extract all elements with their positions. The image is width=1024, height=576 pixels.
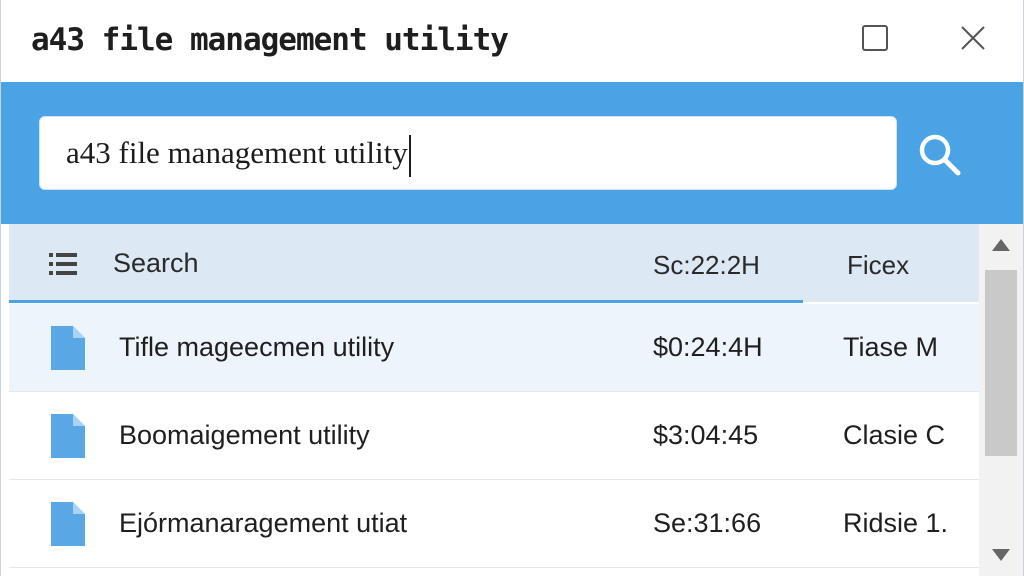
item-time: Se:31:66 [653, 508, 762, 538]
maximize-icon [862, 25, 888, 51]
column-header-type[interactable]: Ficex [847, 250, 909, 281]
title-bar: a43 file management utility [1, 0, 1023, 82]
list-header[interactable]: Search Sc:22:2H Ficex [9, 224, 979, 303]
header-underline [9, 300, 803, 303]
search-icon [919, 134, 961, 176]
item-type: Tiase M [843, 332, 939, 362]
file-icon [51, 502, 85, 546]
search-input-box[interactable]: a43 file management utility [39, 116, 897, 190]
search-input[interactable]: a43 file management utility [66, 117, 866, 189]
item-type: Clasie C [843, 420, 946, 450]
item-name: Tifle mageecmen utility [119, 332, 395, 362]
file-icon [51, 414, 85, 458]
scroll-thumb[interactable] [985, 270, 1017, 456]
list-item[interactable]: Tifle mageecmen utility $0:24:4H Tiase M [9, 304, 979, 392]
column-header-name[interactable]: Search [113, 248, 199, 279]
item-time: $0:24:4H [653, 332, 763, 362]
app-window: a43 file management utility a43 file man… [0, 0, 1024, 576]
maximize-button[interactable] [857, 20, 893, 56]
close-button[interactable] [955, 20, 991, 56]
item-name: Ejórmanaragement utiat [119, 508, 408, 538]
item-time: $3:04:45 [653, 420, 759, 450]
item-type: Ridsie 1. [843, 508, 949, 538]
text-caret [408, 134, 411, 177]
vertical-scrollbar[interactable] [979, 224, 1023, 576]
search-input-value: a43 file management utility [66, 135, 408, 170]
list-item[interactable]: Ejórmanaragement utiat Se:31:66 Ridsie 1… [9, 480, 979, 568]
item-name: Boomaigement utility [119, 420, 370, 450]
scroll-down-icon[interactable] [991, 548, 1011, 562]
results-list: Search Sc:22:2H Ficex Tifle mageecmen ut… [1, 224, 979, 576]
list-item[interactable]: Boomaigement utility $3:04:45 Clasie C [9, 392, 979, 480]
scroll-up-icon[interactable] [991, 238, 1011, 252]
column-header-time[interactable]: Sc:22:2H [653, 250, 760, 281]
file-icon [51, 326, 85, 370]
search-bar: a43 file management utility [1, 82, 1023, 224]
window-title: a43 file management utility [31, 22, 509, 58]
search-button[interactable] [915, 130, 963, 178]
list-icon [49, 253, 77, 275]
close-icon [961, 26, 985, 50]
